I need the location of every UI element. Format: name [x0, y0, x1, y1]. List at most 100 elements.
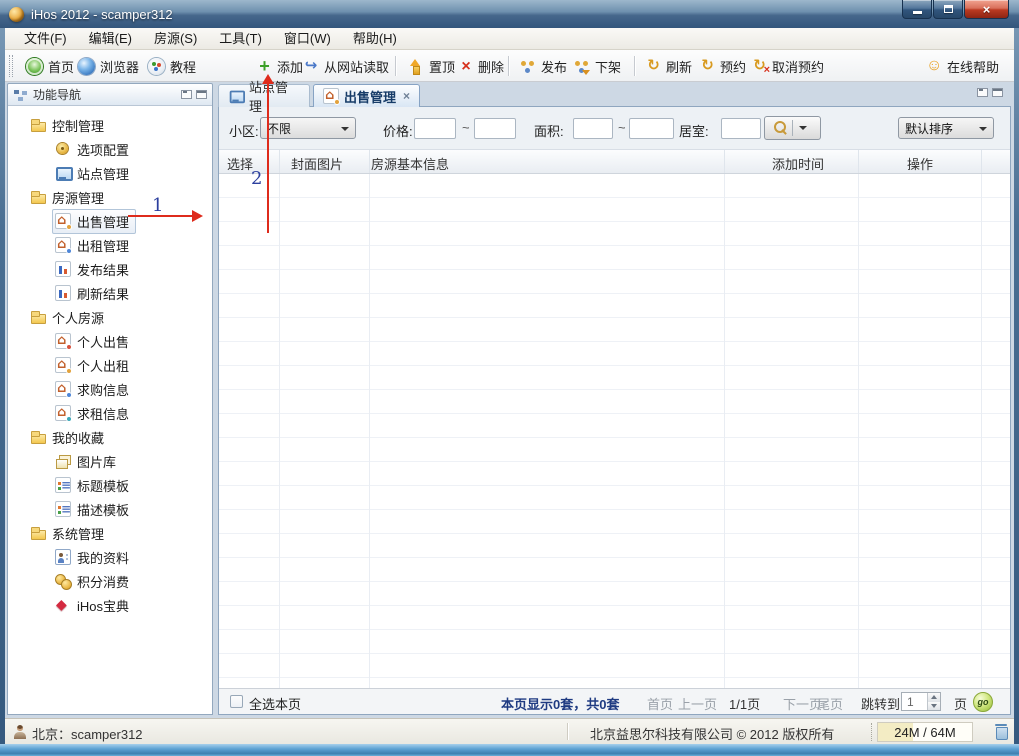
jump-page-stepper[interactable]: 1	[901, 692, 941, 711]
user-icon	[13, 724, 27, 739]
cancel-reserve-button[interactable]: ↻×取消预约	[749, 54, 827, 78]
status-user: 北京：scamper312	[32, 724, 143, 743]
close-button[interactable]: ×	[964, 0, 1009, 19]
sidebar-item-personal-rent[interactable]: ⌂个人出租	[8, 353, 212, 377]
menu-edit[interactable]: 编辑(E)	[78, 28, 143, 49]
sidebar-item-refresh-results[interactable]: 刷新结果	[8, 281, 212, 305]
template-icon: ≡	[55, 501, 71, 517]
sidebar-item-option-config[interactable]: 选项配置	[8, 137, 212, 161]
browser-button[interactable]: 浏览器	[75, 54, 142, 78]
page-stats: 本页显示0套，共0套	[501, 694, 619, 713]
sidebar-item-rent-mgmt[interactable]: ⌂出租管理	[8, 233, 212, 257]
tutorial-button[interactable]: 教程	[145, 54, 199, 78]
menu-tools[interactable]: 工具(T)	[208, 28, 273, 49]
cancel-reserve-icon: ↻×	[752, 58, 767, 74]
annotation-arrow-right	[128, 215, 192, 217]
online-help-button[interactable]: ☺在线帮助	[923, 54, 1002, 78]
toolbar-separator	[634, 56, 636, 76]
first-page-link[interactable]: 首页	[647, 694, 673, 713]
globe-icon	[78, 58, 95, 75]
stepper-down-icon[interactable]	[928, 702, 940, 711]
minimize-button[interactable]	[902, 0, 932, 19]
search-button[interactable]	[764, 116, 821, 140]
menu-help[interactable]: 帮助(H)	[342, 28, 408, 49]
nav-tree-icon	[13, 88, 29, 102]
sidebar-item-site-mgmt[interactable]: 站点管理	[8, 161, 212, 185]
col-cover-image[interactable]: 封面图片	[291, 154, 343, 173]
sidebar-item-my-favorites[interactable]: 我的收藏	[8, 425, 212, 449]
rooms-label: 居室:	[679, 121, 709, 140]
sidebar-item-my-profile[interactable]: 我的资料	[8, 545, 212, 569]
sidebar-item-publish-results[interactable]: 发布结果	[8, 257, 212, 281]
tab-sale-mgmt[interactable]: ⌂ 出售管理 ×	[313, 84, 420, 107]
panel-maximize-icon[interactable]	[196, 90, 207, 99]
jump-label: 跳转到	[861, 694, 900, 713]
close-icon: ×	[983, 2, 991, 17]
refresh-icon: ↻	[646, 58, 661, 74]
annotation-arrow-up	[267, 83, 269, 233]
house-icon: ⌂	[55, 237, 71, 253]
restore-icon	[944, 5, 953, 13]
sidebar-item-image-library[interactable]: 图片库	[8, 449, 212, 473]
unpublish-nodes-icon	[573, 58, 590, 75]
sale-mgmt-panel: 小区: 不限 价格: ~ 面积: ~ 居室:	[218, 106, 1011, 715]
community-select[interactable]: 不限	[260, 117, 356, 139]
go-button[interactable]: go	[973, 692, 993, 712]
publish-nodes-icon	[519, 58, 536, 75]
rooms-input[interactable]	[721, 118, 761, 139]
restore-button[interactable]	[933, 0, 963, 19]
sidebar-item-control-mgmt[interactable]: 控制管理	[8, 113, 212, 137]
sort-select[interactable]: 默认排序	[898, 117, 994, 139]
tab-close-icon[interactable]: ×	[403, 89, 410, 103]
menu-file[interactable]: 文件(F)	[13, 28, 78, 49]
panel-minimize-icon[interactable]	[977, 88, 988, 97]
price-max-input[interactable]	[474, 118, 516, 139]
toolbar-separator	[395, 56, 397, 76]
prev-page-link[interactable]: 上一页	[678, 694, 717, 713]
sidebar-item-buy-requests[interactable]: ⌂求购信息	[8, 377, 212, 401]
sidebar-item-ihos-handbook[interactable]: ◆iHos宝典	[8, 593, 212, 617]
refresh-button[interactable]: ↻刷新	[643, 54, 695, 78]
select-all-checkbox[interactable]	[230, 695, 243, 708]
col-added-time[interactable]: 添加时间	[772, 154, 824, 173]
last-page-link[interactable]: 尾页	[817, 694, 843, 713]
panel-maximize-icon[interactable]	[992, 88, 1003, 97]
house-icon: ⌂	[55, 357, 71, 373]
area-max-input[interactable]	[629, 118, 674, 139]
menu-listing[interactable]: 房源(S)	[143, 28, 208, 49]
trash-icon[interactable]	[995, 724, 1007, 738]
col-actions[interactable]: 操作	[907, 154, 933, 173]
sidebar-item-desc-templates[interactable]: ≡描述模板	[8, 497, 212, 521]
sidebar-item-rent-requests[interactable]: ⌂求租信息	[8, 401, 212, 425]
col-select[interactable]: 选择	[227, 154, 253, 173]
home-button[interactable]: 首页	[23, 54, 77, 78]
menu-window[interactable]: 窗口(W)	[273, 28, 342, 49]
stepper-up-icon[interactable]	[928, 693, 940, 702]
tab-site-mgmt[interactable]: 站点管理	[218, 84, 310, 107]
toolbar-separator	[508, 56, 510, 76]
delete-button[interactable]: ×删除	[456, 54, 507, 78]
sidebar-item-title-templates[interactable]: ≡标题模板	[8, 473, 212, 497]
unpublish-button[interactable]: 下架	[570, 54, 624, 78]
sidebar-item-personal-sale[interactable]: ⌂个人出售	[8, 329, 212, 353]
chart-icon	[55, 261, 71, 277]
toolbar-grip[interactable]	[9, 55, 13, 77]
price-label: 价格:	[383, 121, 413, 140]
window-title: iHos 2012 - scamper312	[31, 7, 173, 22]
col-basic-info[interactable]: 房源基本信息	[371, 154, 449, 173]
sidebar-item-sale-mgmt[interactable]: ⌂出售管理	[8, 209, 212, 233]
sidebar-item-listing-mgmt[interactable]: 房源管理	[8, 185, 212, 209]
sidebar-item-points-consumption[interactable]: 积分消费	[8, 569, 212, 593]
annotation-arrow-up-head	[262, 74, 274, 84]
sidebar-item-system-mgmt[interactable]: 系统管理	[8, 521, 212, 545]
panel-minimize-icon[interactable]	[181, 90, 192, 99]
area-min-input[interactable]	[573, 118, 613, 139]
filter-bar: 小区: 不限 价格: ~ 面积: ~ 居室:	[219, 107, 1010, 150]
table-header: 选择 封面图片 房源基本信息 添加时间 操作	[219, 150, 1010, 174]
price-min-input[interactable]	[414, 118, 456, 139]
publish-button[interactable]: 发布	[516, 54, 570, 78]
import-from-site-button[interactable]: ↪从网站读取	[300, 54, 392, 78]
main-panel: 站点管理 ⌂ 出售管理 × 小区: 不限	[218, 83, 1011, 715]
pin-top-button[interactable]: 置顶	[404, 54, 458, 78]
sidebar-item-personal-listings[interactable]: 个人房源	[8, 305, 212, 329]
